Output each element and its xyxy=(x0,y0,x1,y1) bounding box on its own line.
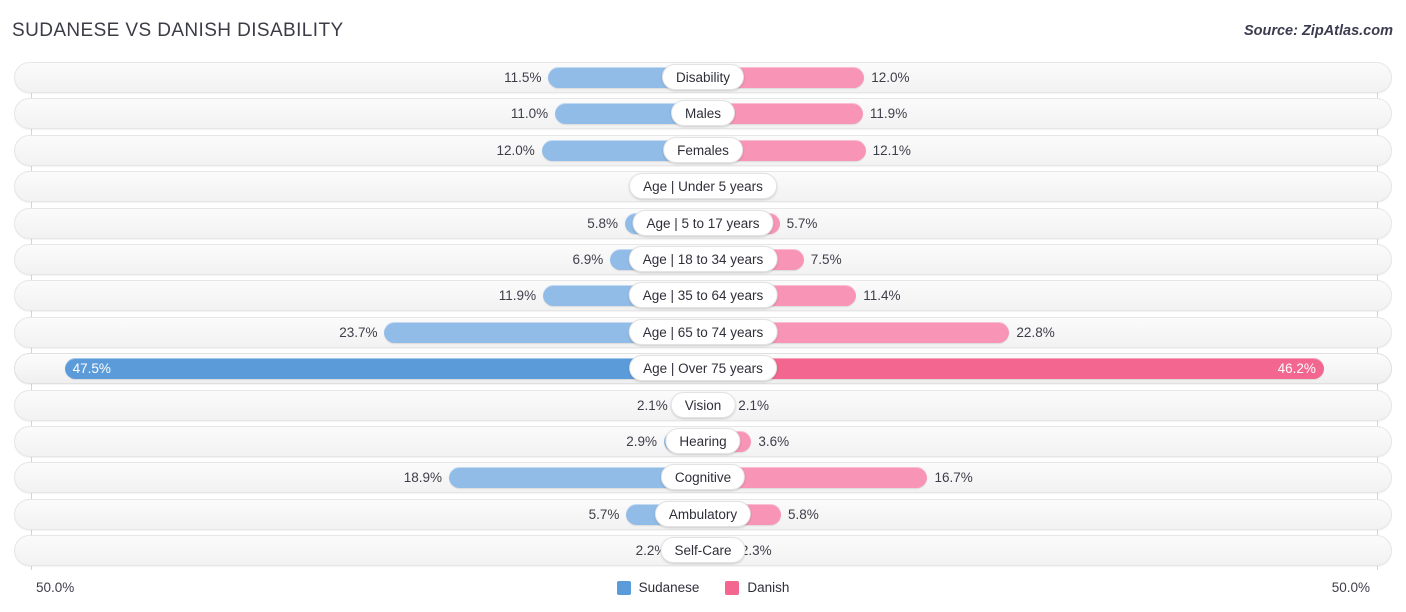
row-category-label: Females xyxy=(663,136,743,163)
legend-item[interactable]: Danish xyxy=(725,580,789,595)
bar-sudanese xyxy=(64,358,703,380)
value-label-danish: 5.8% xyxy=(787,506,819,522)
chart-row: 2.9% 3.6% Hearing xyxy=(0,425,1406,457)
value-label-sudanese: 11.9% xyxy=(498,288,537,304)
row-category-label: Males xyxy=(670,100,736,127)
chart-row: 47.5% 46.2% Age | Over 75 years xyxy=(0,353,1406,385)
value-label-sudanese: 12.0% xyxy=(496,142,535,158)
value-label-danish: 12.1% xyxy=(872,142,911,158)
row-category-label: Hearing xyxy=(665,427,741,454)
chart-row: 6.9% 7.5% Age | 18 to 34 years xyxy=(0,243,1406,275)
chart-header: SUDANESE VS DANISH DISABILITY Source: Zi… xyxy=(0,0,1406,58)
plot-area: 11.5% 12.0% Disability 11.0% 11.9% Males 12.0%… xyxy=(0,62,1406,572)
legend-item[interactable]: Sudanese xyxy=(616,580,700,595)
chart-row: 18.9% 16.7% Cognitive xyxy=(0,462,1406,494)
value-label-sudanese: 47.5% xyxy=(72,361,111,377)
source-attribution: Source: ZipAtlas.com xyxy=(1243,23,1393,39)
legend-label: Danish xyxy=(747,580,790,595)
chart-legend: Sudanese Danish xyxy=(0,580,1406,595)
chart-row: 1.1%1.5%Age | Under 5 years xyxy=(0,171,1406,203)
value-label-sudanese: 2.1% xyxy=(637,397,668,413)
value-label-danish: 46.2% xyxy=(1277,361,1316,377)
chart-row: 11.9% 11.4% Age | 35 to 64 years xyxy=(0,280,1406,312)
row-category-label: Vision xyxy=(670,391,736,418)
row-category-label: Cognitive xyxy=(660,464,746,491)
chart-row: 11.0% 11.9% Males xyxy=(0,98,1406,130)
value-label-danish: 5.7% xyxy=(786,215,818,231)
row-category-label: Disability xyxy=(661,64,745,90)
row-category-label: Age | 65 to 74 years xyxy=(628,318,778,345)
legend-swatch-icon xyxy=(725,580,740,595)
chart-row: 5.7% 5.8% Ambulatory xyxy=(0,498,1406,530)
value-label-danish: 11.4% xyxy=(863,288,901,304)
value-label-danish: 7.5% xyxy=(810,251,842,267)
row-category-label: Age | 5 to 17 years xyxy=(632,209,774,236)
value-label-sudanese: 23.7% xyxy=(339,324,378,340)
value-label-danish: 12.0% xyxy=(871,70,910,85)
row-category-label: Self-Care xyxy=(660,537,746,564)
chart-row: 12.0% 12.1% Females xyxy=(0,134,1406,166)
chart-row: 5.8% 5.7% Age | 5 to 17 years xyxy=(0,207,1406,239)
page-title: SUDANESE VS DANISH DISABILITY xyxy=(12,20,344,41)
bar-rows: 11.5% 12.0% Disability 11.0% 11.9% Males 12.0%… xyxy=(0,62,1406,571)
chart-row: 2.2% 2.3% Self-Care xyxy=(0,535,1406,567)
value-label-sudanese: 11.5% xyxy=(504,70,542,85)
chart-footer: 50.0% 50.0% Sudanese Danish xyxy=(0,572,1406,612)
bar-danish xyxy=(703,358,1324,380)
chart-row: 23.7% 22.8% Age | 65 to 74 years xyxy=(0,316,1406,348)
value-label-danish: 16.7% xyxy=(934,470,973,486)
value-label-danish: 22.8% xyxy=(1016,324,1055,340)
value-label-sudanese: 2.9% xyxy=(626,433,658,449)
value-label-danish: 2.3% xyxy=(740,543,772,559)
value-label-danish: 11.9% xyxy=(869,106,908,122)
value-label-sudanese: 18.9% xyxy=(403,470,442,486)
value-label-sudanese: 6.9% xyxy=(572,251,604,267)
value-label-sudanese: 5.7% xyxy=(588,506,620,522)
value-label-sudanese: 5.8% xyxy=(587,215,619,231)
chart-row: 2.1% 2.1% Vision xyxy=(0,389,1406,421)
row-category-label: Age | Over 75 years xyxy=(629,355,777,382)
value-label-sudanese: 11.0% xyxy=(510,106,549,122)
row-category-label: Age | Under 5 years xyxy=(629,173,777,200)
chart-root: SUDANESE VS DANISH DISABILITY Source: Zi… xyxy=(0,0,1406,612)
value-label-sudanese: 2.2% xyxy=(635,543,667,559)
legend-label: Sudanese xyxy=(638,580,700,595)
value-label-danish: 2.1% xyxy=(738,397,769,413)
row-category-label: Age | 18 to 34 years xyxy=(628,245,778,272)
chart-row: 11.5% 12.0% Disability xyxy=(0,62,1406,93)
legend-swatch-icon xyxy=(616,580,631,595)
row-category-label: Ambulatory xyxy=(654,500,752,527)
value-label-danish: 3.6% xyxy=(758,433,790,449)
row-category-label: Age | 35 to 64 years xyxy=(628,282,778,309)
